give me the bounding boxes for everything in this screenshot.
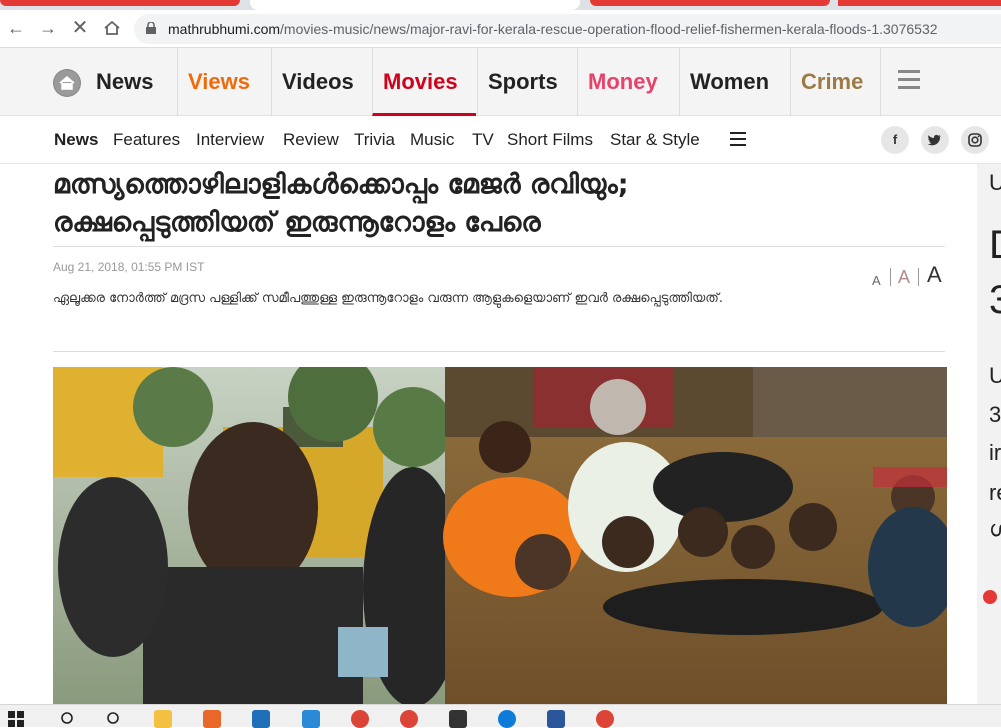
browser-tab[interactable] xyxy=(590,0,830,6)
font-small-button[interactable]: A xyxy=(872,273,881,288)
headline-line: രക്ഷപ്പെടുത്തിയത് ഇരുന്നൂറോളം പേരെ xyxy=(53,207,541,238)
word-icon[interactable] xyxy=(547,710,565,728)
font-medium-button[interactable]: A xyxy=(898,267,910,288)
subnav-interview[interactable]: Interview xyxy=(196,130,264,150)
browser-tab-strip xyxy=(0,0,1001,10)
home-icon[interactable] xyxy=(53,69,81,97)
sub-nav: News Features Interview Review Trivia Mu… xyxy=(0,116,1001,164)
subnav-tv[interactable]: TV xyxy=(472,130,494,150)
article-headline: മത്സ്യത്തൊഴിലാളികൾക്കൊപ്പം മേജർ രവിയും; … xyxy=(53,166,943,242)
sidebar-text: 3 xyxy=(989,402,1001,427)
nav-views[interactable]: Views xyxy=(177,48,250,116)
chrome-icon[interactable] xyxy=(400,710,418,728)
subnav-short-films[interactable]: Short Films xyxy=(507,130,593,150)
sidebar-logo-icon xyxy=(983,590,997,604)
twitter-icon[interactable] xyxy=(921,126,949,154)
address-bar[interactable]: mathrubhumi.com/movies-music/news/major-… xyxy=(134,14,1001,44)
nav-movies[interactable]: Movies xyxy=(372,48,476,116)
stop-icon[interactable]: ✕ xyxy=(68,16,92,40)
store-icon[interactable] xyxy=(252,710,270,728)
file-explorer-icon[interactable] xyxy=(154,710,172,728)
subnav-news[interactable]: News xyxy=(54,130,98,150)
browser-tab[interactable] xyxy=(0,0,240,6)
sidebar-text: ഗ xyxy=(989,516,1001,541)
sidebar-text: 3 xyxy=(989,278,1001,322)
font-large-button[interactable]: A xyxy=(927,262,942,288)
sidebar-text: re xyxy=(989,480,1001,505)
sidebar-text: U xyxy=(989,363,1001,388)
browser-toolbar: ← → ✕ mathrubhumi.com/movies-music/news/… xyxy=(0,10,1001,48)
subnav-features[interactable]: Features xyxy=(113,130,180,150)
back-icon[interactable]: ← xyxy=(4,16,28,40)
url-text: mathrubhumi.com/movies-music/news/major-… xyxy=(168,21,938,37)
home-icon[interactable] xyxy=(100,16,124,40)
sidebar-text: D xyxy=(989,225,1001,265)
font-size-controls: A A A xyxy=(870,262,950,288)
nav-news[interactable]: News xyxy=(86,48,153,116)
divider xyxy=(53,246,945,247)
sidebar-text: ir xyxy=(989,440,1001,465)
facebook-icon[interactable]: f xyxy=(881,126,909,154)
nav-divider xyxy=(880,48,881,116)
forward-icon[interactable]: → xyxy=(36,16,60,40)
search-icon[interactable] xyxy=(60,711,76,727)
article-summary: ഏലൂക്കര നോർത്ത് മദ്രസ പള്ളിക്ക് സമീപത്തു… xyxy=(53,291,723,306)
headline-line: മത്സ്യത്തൊഴിലാളികൾക്കൊപ്പം മേജർ രവിയും; xyxy=(53,169,629,200)
flood-rescue-photo xyxy=(53,367,947,704)
separator xyxy=(918,268,919,286)
subnav-review[interactable]: Review xyxy=(283,130,339,150)
nav-sports[interactable]: Sports xyxy=(477,48,558,116)
app-icon[interactable] xyxy=(449,710,467,728)
nav-women[interactable]: Women xyxy=(679,48,769,116)
subnav-star-style[interactable]: Star & Style xyxy=(610,130,700,150)
chrome-icon[interactable] xyxy=(351,710,369,728)
subnav-music[interactable]: Music xyxy=(410,130,454,150)
lock-icon xyxy=(146,22,156,34)
task-view-icon[interactable] xyxy=(106,711,122,727)
main-nav: News Views Videos Movies Sports Money Wo… xyxy=(0,48,1001,116)
edge-icon[interactable] xyxy=(498,710,516,728)
windows-taskbar xyxy=(0,704,1001,728)
subnav-trivia[interactable]: Trivia xyxy=(354,130,395,150)
separator xyxy=(890,268,891,286)
chrome-icon[interactable] xyxy=(596,710,614,728)
windows-start-icon[interactable] xyxy=(8,711,24,727)
article-date: Aug 21, 2018, 01:55 PM IST xyxy=(53,260,205,274)
nav-videos[interactable]: Videos xyxy=(271,48,354,116)
sidebar-text: U xyxy=(989,170,1001,195)
app-icon[interactable] xyxy=(203,710,221,728)
submenu-icon[interactable] xyxy=(730,132,746,146)
menu-icon[interactable] xyxy=(898,70,920,90)
article-photo xyxy=(53,367,947,704)
nav-crime[interactable]: Crime xyxy=(790,48,863,116)
browser-tab[interactable] xyxy=(838,0,1001,6)
instagram-icon[interactable] xyxy=(961,126,989,154)
nav-money[interactable]: Money xyxy=(577,48,658,116)
app-icon[interactable] xyxy=(302,710,320,728)
divider xyxy=(53,351,945,352)
browser-tab-active[interactable] xyxy=(250,0,580,10)
